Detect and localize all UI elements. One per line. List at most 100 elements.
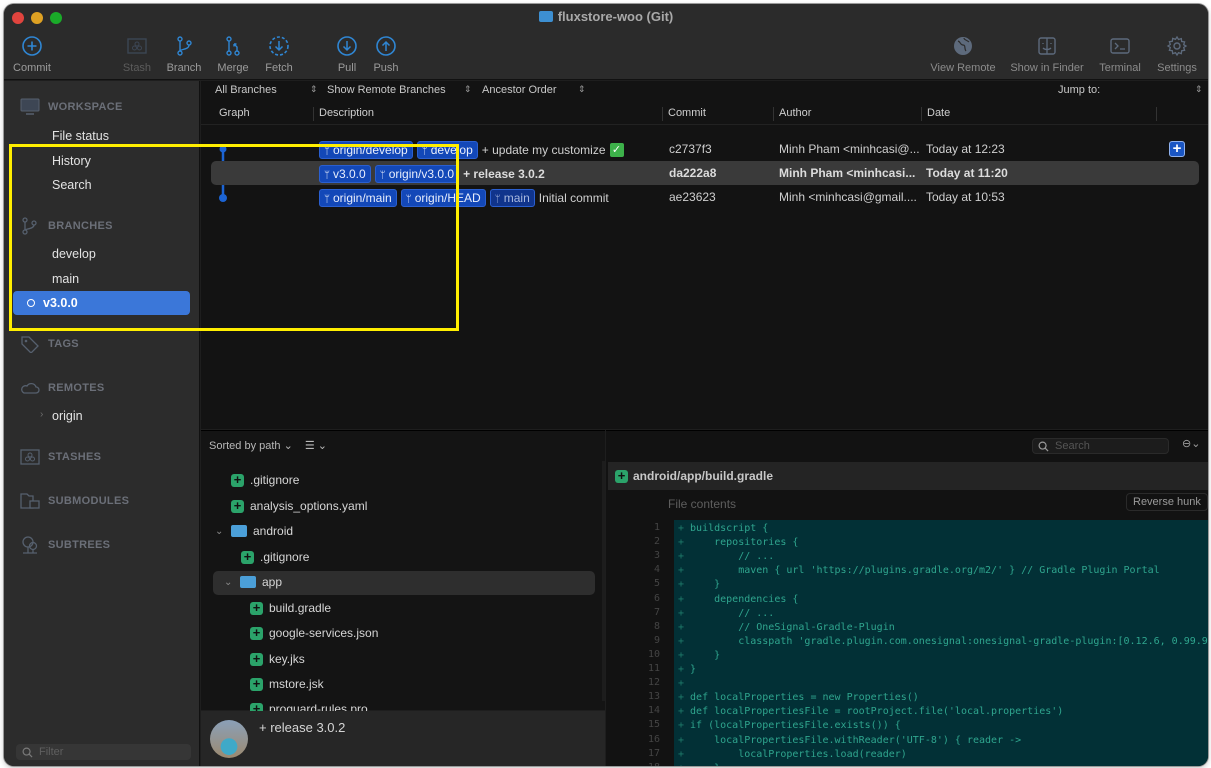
file-item[interactable]: + analysis_options.yaml xyxy=(231,499,367,513)
sidebar-section-workspace[interactable]: WORKSPACE xyxy=(20,98,123,116)
list-tree-icon: ☰ xyxy=(304,440,315,452)
file-item[interactable]: + build.gradle xyxy=(250,601,331,615)
jump-to-select[interactable]: Jump to: ⇕ xyxy=(1058,84,1203,96)
commit-row[interactable]: ᛘ origin/main ᛘ origin/HEAD ᛘ main Initial … xyxy=(211,185,1199,209)
column-divider[interactable] xyxy=(1156,107,1157,121)
sidebar-remote-origin[interactable]: origin xyxy=(52,409,83,423)
sidebar-section-submodules[interactable]: SUBMODULES xyxy=(20,492,129,510)
diff-line[interactable]: + def localPropertiesFile = rootProject.f… xyxy=(678,705,1063,719)
more-options-button[interactable]: ⊖⌄ xyxy=(1182,437,1200,450)
view-remote-button[interactable]: View Remote xyxy=(930,35,996,74)
commit-row-selected[interactable]: ᛘ v3.0.0 ᛘ origin/v3.0.0 + release 3.0.2 d… xyxy=(211,161,1199,185)
line-number: 6 xyxy=(653,592,660,604)
diff-line[interactable]: + buildscript { xyxy=(678,522,768,536)
col-description[interactable]: Description xyxy=(319,107,374,119)
file-name: .gitignore xyxy=(260,550,310,564)
folder-item[interactable]: ⌄ android xyxy=(215,524,293,538)
branch-tag[interactable]: ᛘ v3.0.0 xyxy=(319,165,371,183)
diff-line[interactable]: + def localProperties = new Properties() xyxy=(678,691,919,705)
diff-line[interactable]: + xyxy=(678,677,690,691)
diff-line[interactable]: + if (localPropertiesFile.exists()) { xyxy=(678,719,901,733)
branch-tag[interactable]: ᛘ origin/v3.0.0 xyxy=(374,165,460,183)
submodules-label: SUBMODULES xyxy=(48,495,130,507)
diff-line[interactable]: + localProperties.load(reader) xyxy=(678,748,907,762)
commit-button[interactable]: Commit xyxy=(4,35,62,74)
sidebar-filter-input[interactable]: Filter xyxy=(16,744,191,760)
column-divider[interactable] xyxy=(313,107,314,121)
terminal-button[interactable]: Terminal xyxy=(1090,35,1150,74)
sidebar-section-remotes[interactable]: REMOTES xyxy=(20,379,105,397)
sidebar-item-search[interactable]: Search xyxy=(52,178,92,192)
diff-line[interactable]: + // ... xyxy=(678,607,774,621)
reverse-hunk-button[interactable]: Reverse hunk xyxy=(1126,493,1208,511)
sidebar-branch-v3[interactable]: v3.0.0 xyxy=(13,291,190,315)
sidebar-branch-main[interactable]: main xyxy=(52,272,79,286)
file-name: google-services.json xyxy=(269,626,379,640)
file-item[interactable]: + key.jks xyxy=(250,652,305,666)
diff-line[interactable]: + repositories { xyxy=(678,536,798,550)
sidebar-section-stashes[interactable]: STASHES xyxy=(20,448,101,466)
chevron-right-icon[interactable]: › xyxy=(40,409,43,420)
diff-line[interactable]: + } xyxy=(678,649,720,663)
diff-line[interactable]: + } xyxy=(678,578,720,592)
commit-message: + release 3.0.2 xyxy=(463,167,545,181)
sidebar-section-tags[interactable]: TAGS xyxy=(20,335,79,353)
diff-line[interactable]: + // ... xyxy=(678,550,774,564)
sidebar-item-file-status[interactable]: File status xyxy=(52,129,109,143)
sort-dropdown[interactable]: Sorted by path ⌄ xyxy=(209,439,293,452)
file-name: mstore.jsk xyxy=(269,677,324,691)
branch-tag[interactable]: ᛘ develop xyxy=(416,141,478,159)
fetch-button[interactable]: Fetch xyxy=(249,35,309,74)
sidebar-item-history[interactable]: History xyxy=(52,154,91,168)
col-author[interactable]: Author xyxy=(779,107,811,119)
file-list-pane: Sorted by path ⌄ ☰ ⌄ + .gitignore + analys… xyxy=(201,430,605,716)
diff-line[interactable]: + maven { url 'https://plugins.gradle.or… xyxy=(678,564,1160,578)
sidebar-section-branches[interactable]: BRANCHES xyxy=(20,217,113,235)
column-divider[interactable] xyxy=(921,107,922,121)
commit-row[interactable]: ᛘ origin/develop ᛘ develop + update my cus… xyxy=(211,137,1199,161)
file-item[interactable]: + mstore.jsk xyxy=(250,677,324,691)
column-divider[interactable] xyxy=(773,107,774,121)
branch-tag[interactable]: ᛘ origin/develop xyxy=(319,141,413,159)
jump-to-label: Jump to: xyxy=(1058,84,1101,96)
diff-line[interactable]: + } xyxy=(678,762,720,766)
folder-item[interactable]: ⌄ app xyxy=(224,575,282,589)
file-list-scrollbar[interactable] xyxy=(602,461,605,701)
branch-tag[interactable]: ᛘ origin/HEAD xyxy=(400,189,486,207)
added-icon: + xyxy=(250,626,263,640)
chevron-down-icon[interactable]: ⌄ xyxy=(224,577,234,588)
line-number: 9 xyxy=(653,634,660,646)
show-in-finder-button[interactable]: Show in Finder xyxy=(1010,35,1084,74)
branch-tag[interactable]: ᛘ main xyxy=(489,189,535,207)
branch-tag[interactable]: ᛘ origin/main xyxy=(319,189,397,207)
check-icon: ✓ xyxy=(609,143,624,157)
col-date[interactable]: Date xyxy=(927,107,950,119)
file-name: build.gradle xyxy=(269,601,332,615)
added-line-marker: + xyxy=(678,523,685,534)
settings-button[interactable]: Settings xyxy=(1147,35,1207,74)
tag-text: develop xyxy=(430,143,473,157)
file-item[interactable]: + google-services.json xyxy=(250,626,378,640)
file-item[interactable]: + .gitignore xyxy=(241,550,309,564)
sidebar-branch-develop[interactable]: develop xyxy=(52,247,96,261)
file-item[interactable]: + .gitignore xyxy=(231,473,299,487)
diff-search-input[interactable]: Search xyxy=(1032,438,1169,454)
diff-line[interactable]: + classpath 'gradle.plugin.com.onesignal… xyxy=(678,635,1208,649)
remote-branches-select[interactable]: Show Remote Branches ⇕ xyxy=(327,84,472,96)
diff-line[interactable]: + // OneSignal-Gradle-Plugin xyxy=(678,621,895,635)
view-mode-dropdown[interactable]: ☰ ⌄ xyxy=(305,439,327,452)
sidebar-section-subtrees[interactable]: SUBTREES xyxy=(20,536,110,554)
diff-line[interactable]: + dependencies { xyxy=(678,593,798,607)
ellipsis-circle-icon: ⊖ xyxy=(1182,438,1192,450)
push-button[interactable]: Push xyxy=(356,35,416,74)
tag-text: main xyxy=(503,191,530,205)
chevron-down-icon[interactable]: ⌄ xyxy=(215,526,225,537)
diff-line[interactable]: +} xyxy=(678,663,696,677)
folder-icon xyxy=(240,576,256,588)
diff-line[interactable]: + localPropertiesFile.withReader('UTF-8'… xyxy=(678,734,1021,748)
column-divider[interactable] xyxy=(662,107,663,121)
order-select[interactable]: Ancestor Order ⇕ xyxy=(482,84,586,96)
col-commit[interactable]: Commit xyxy=(668,107,706,119)
diff-line-text: // ... xyxy=(690,551,775,563)
add-button[interactable]: + xyxy=(1169,141,1185,157)
